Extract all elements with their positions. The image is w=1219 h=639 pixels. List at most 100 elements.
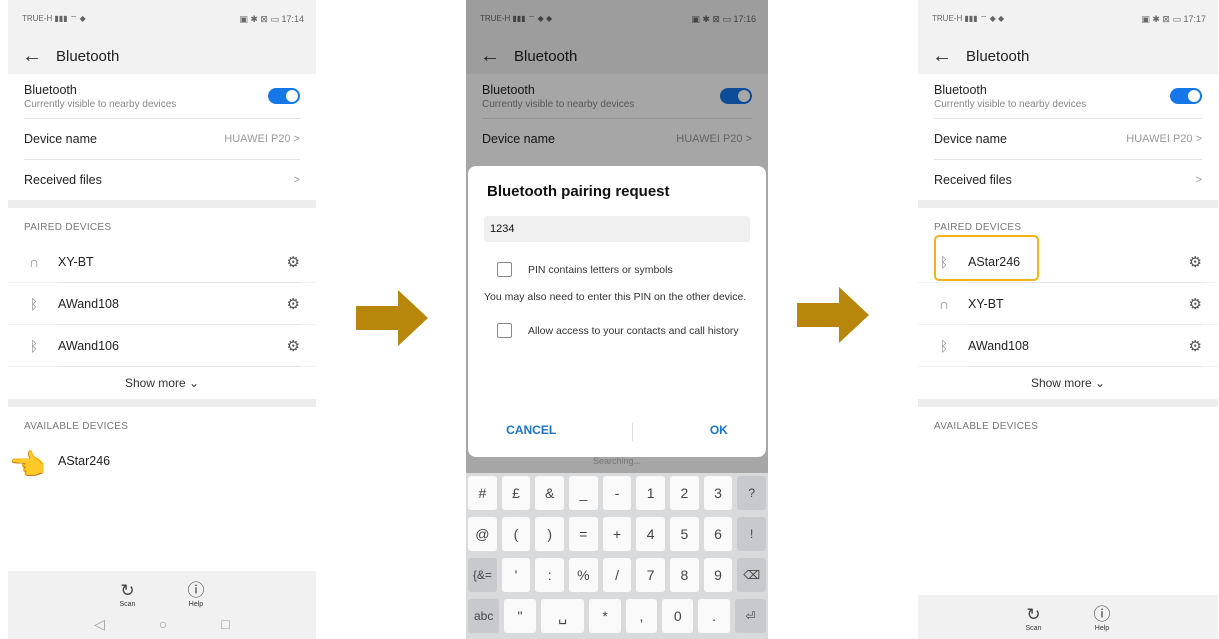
nav-recents-icon[interactable]: □ bbox=[221, 616, 229, 633]
key[interactable]: + bbox=[602, 517, 632, 551]
key[interactable]: ' bbox=[501, 558, 531, 592]
gear-icon[interactable]: ⚙ bbox=[287, 253, 300, 271]
paired-device-row[interactable]: ᛒ AWand106 ⚙ bbox=[8, 325, 316, 366]
help-label: Help bbox=[1094, 625, 1110, 632]
gear-icon[interactable]: ⚙ bbox=[1189, 253, 1202, 271]
key[interactable]: 2 bbox=[670, 476, 699, 510]
help-button[interactable]: ⓘ Help bbox=[187, 581, 204, 608]
chevron-right-icon: > bbox=[293, 174, 300, 186]
paired-device-row[interactable]: ᛒ AWand108 ⚙ bbox=[8, 283, 316, 324]
device-name: AWand108 bbox=[968, 338, 1029, 353]
key[interactable]: @ bbox=[468, 517, 497, 551]
key[interactable]: - bbox=[602, 476, 632, 510]
bluetooth-label: Bluetooth bbox=[24, 82, 77, 97]
bluetooth-toggle[interactable] bbox=[268, 88, 300, 104]
refresh-icon: ↻ bbox=[1026, 605, 1041, 624]
key[interactable]: ! bbox=[737, 517, 767, 551]
key[interactable]: _ bbox=[569, 476, 598, 510]
key[interactable]: ( bbox=[501, 517, 531, 551]
key[interactable]: 5 bbox=[670, 517, 699, 551]
key[interactable]: 1 bbox=[636, 476, 666, 510]
keyboard-row: abc " ␣ * , 0 . ⏎ bbox=[468, 599, 767, 633]
device-name-label: Device name bbox=[24, 132, 97, 146]
paired-device-row[interactable]: ∩ XY-BT ⚙ bbox=[918, 283, 1218, 324]
device-name-row[interactable]: Device name HUAWEI P20 > bbox=[918, 119, 1218, 159]
pin-letters-checkbox-row[interactable]: PIN contains letters or symbols bbox=[484, 262, 750, 277]
paired-device-row[interactable]: ᛒ AWand108 ⚙ bbox=[918, 325, 1218, 366]
device-name-row[interactable]: Device name HUAWEI P20 > bbox=[8, 119, 316, 159]
keyboard-row: {&= ' : % / 7 8 9 ⌫ bbox=[468, 558, 767, 592]
device-name: AWand106 bbox=[58, 338, 119, 353]
page-title: Bluetooth bbox=[56, 47, 120, 65]
visibility-subtitle: Currently visible to nearby devices bbox=[24, 98, 177, 110]
pairing-dialog: Bluetooth pairing request 1234 PIN conta… bbox=[468, 166, 766, 457]
key[interactable]: {&= bbox=[468, 558, 497, 592]
headphones-icon: ∩ bbox=[938, 295, 950, 312]
device-name: XY-BT bbox=[968, 296, 1004, 311]
key[interactable]: = bbox=[569, 517, 598, 551]
key[interactable]: : bbox=[535, 558, 565, 592]
available-device-row[interactable]: ᛒ AStar246 bbox=[8, 440, 316, 481]
nav-home-icon[interactable]: ○ bbox=[159, 616, 167, 633]
key[interactable]: 0 bbox=[662, 599, 694, 633]
received-files-row[interactable]: Received files > bbox=[8, 160, 316, 200]
bottom-bar: ↻ Scan ⓘ Help bbox=[918, 595, 1218, 639]
show-more-button[interactable]: Show more ⌄ bbox=[8, 367, 316, 399]
screen-bluetooth-before: TRUE-H ▮▮▮ ⌔ ◆ ▣ ✱ ⊠ ▭ 17:14 ← Bluetooth… bbox=[8, 0, 316, 639]
scan-button[interactable]: ↻ Scan bbox=[1026, 605, 1042, 632]
key[interactable]: % bbox=[569, 558, 598, 592]
help-button[interactable]: ⓘ Help bbox=[1093, 605, 1110, 632]
key[interactable]: " bbox=[504, 599, 536, 633]
gear-icon[interactable]: ⚙ bbox=[287, 337, 300, 355]
keyboard-row: # £ & _ - 1 2 3 ? bbox=[468, 476, 767, 510]
received-files-label: Received files bbox=[934, 173, 1012, 187]
show-more-button[interactable]: Show more ⌄ bbox=[918, 367, 1218, 399]
contacts-checkbox-row[interactable]: Allow access to your contacts and call h… bbox=[484, 323, 750, 339]
key[interactable]: . bbox=[698, 599, 730, 633]
chevron-right-icon: > bbox=[1195, 174, 1202, 186]
key[interactable]: & bbox=[535, 476, 565, 510]
back-arrow-icon[interactable]: ← bbox=[22, 45, 42, 68]
device-name: AWand108 bbox=[58, 296, 119, 311]
headphones-icon: ∩ bbox=[28, 253, 40, 270]
bluetooth-toggle-row[interactable]: Bluetooth Currently visible to nearby de… bbox=[918, 74, 1218, 118]
system-nav-bar: ◁ ○ □ bbox=[8, 608, 316, 639]
key[interactable]: 6 bbox=[703, 517, 733, 551]
backspace-key[interactable]: ⌫ bbox=[737, 558, 767, 592]
app-header: ← Bluetooth bbox=[918, 38, 1218, 74]
pin-input[interactable]: 1234 bbox=[484, 216, 750, 242]
key[interactable]: # bbox=[468, 476, 497, 510]
pin-letters-checkbox[interactable] bbox=[497, 262, 512, 277]
space-key[interactable]: ␣ bbox=[540, 599, 585, 633]
received-files-label: Received files bbox=[24, 173, 102, 187]
gear-icon[interactable]: ⚙ bbox=[1189, 295, 1202, 313]
key[interactable]: 8 bbox=[670, 558, 699, 592]
key[interactable]: ? bbox=[737, 476, 767, 510]
screen-pairing-dialog: TRUE-H ▮▮▮ ⌔ ◆ ◆ ▣ ✱ ⊠ ▭ 17:16 ← Bluetoo… bbox=[466, 0, 768, 639]
key[interactable]: 3 bbox=[703, 476, 733, 510]
bluetooth-icon: ᛒ bbox=[939, 337, 949, 354]
bluetooth-toggle[interactable] bbox=[1170, 88, 1202, 104]
enter-key[interactable]: ⏎ bbox=[734, 599, 767, 633]
received-files-row[interactable]: Received files > bbox=[918, 160, 1218, 200]
back-arrow-icon[interactable]: ← bbox=[932, 45, 952, 68]
scan-button[interactable]: ↻ Scan bbox=[120, 581, 136, 608]
key[interactable]: £ bbox=[501, 476, 531, 510]
key[interactable]: abc bbox=[468, 599, 500, 633]
key[interactable]: ) bbox=[535, 517, 565, 551]
nav-back-icon[interactable]: ◁ bbox=[94, 616, 105, 633]
bluetooth-toggle-row[interactable]: Bluetooth Currently visible to nearby de… bbox=[8, 74, 316, 118]
key[interactable]: , bbox=[625, 599, 658, 633]
key[interactable]: 9 bbox=[703, 558, 733, 592]
ok-button[interactable]: OK bbox=[710, 423, 728, 441]
gear-icon[interactable]: ⚙ bbox=[287, 295, 300, 313]
key[interactable]: * bbox=[589, 599, 621, 633]
gear-icon[interactable]: ⚙ bbox=[1189, 337, 1202, 355]
key[interactable]: 7 bbox=[636, 558, 666, 592]
contacts-checkbox[interactable] bbox=[497, 323, 512, 339]
cancel-button[interactable]: CANCEL bbox=[506, 423, 556, 441]
key[interactable]: / bbox=[602, 558, 632, 592]
status-bar: TRUE-H ▮▮▮ ⌔ ◆ ▣ ✱ ⊠ ▭ 17:14 bbox=[8, 0, 316, 38]
key[interactable]: 4 bbox=[636, 517, 666, 551]
paired-device-row[interactable]: ∩ XY-BT ⚙ bbox=[8, 241, 316, 282]
